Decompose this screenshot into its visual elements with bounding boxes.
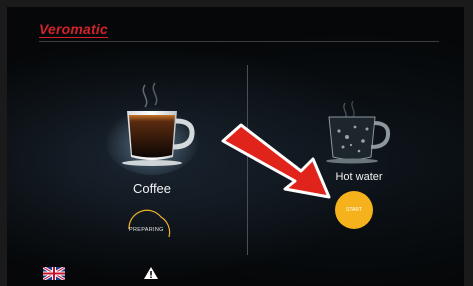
warning-icon[interactable] bbox=[143, 266, 159, 280]
start-button[interactable]: START bbox=[335, 191, 373, 229]
uk-flag-icon[interactable] bbox=[43, 267, 65, 280]
touch-screen: Veromatic Coffee PREPARING Hot water STA… bbox=[7, 7, 464, 286]
brand-logo: Veromatic bbox=[39, 21, 108, 37]
preparing-status: PREPARING bbox=[129, 227, 164, 233]
device-frame: Veromatic Coffee PREPARING Hot water STA… bbox=[0, 0, 473, 286]
preparing-progress-ring bbox=[128, 209, 171, 238]
coffee-label: Coffee bbox=[132, 181, 172, 196]
header-divider bbox=[39, 41, 439, 42]
red-arrow-icon bbox=[221, 123, 331, 199]
coffee-cup-icon bbox=[107, 82, 200, 175]
coffee-panel[interactable]: Coffee PREPARING bbox=[77, 77, 237, 247]
